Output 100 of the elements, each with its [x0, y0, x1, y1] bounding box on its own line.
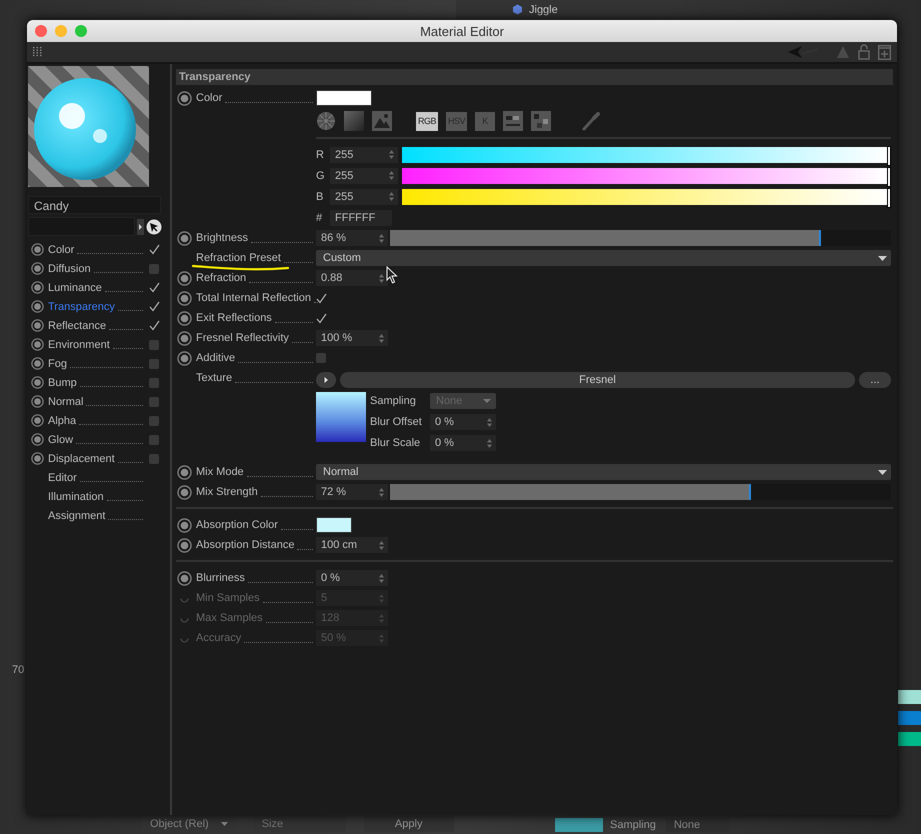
number-field[interactable]: 100 cm [316, 537, 388, 553]
texture-button[interactable]: Fresnel [340, 372, 855, 388]
channel-item[interactable]: Reflectance [45, 320, 106, 332]
color-mixer-icon[interactable] [503, 111, 524, 131]
number-field[interactable]: 72 % [316, 484, 388, 500]
channel-item[interactable]: Environment [45, 338, 110, 350]
checkbox[interactable] [149, 416, 159, 426]
close-button[interactable] [35, 25, 47, 37]
keyframe-radio-icon[interactable] [176, 570, 192, 586]
keyframe-radio-icon[interactable] [176, 518, 192, 532]
keyframe-radio-icon[interactable] [176, 270, 192, 286]
channel-item[interactable]: Editor [45, 472, 77, 484]
channel-item[interactable]: Color [45, 244, 74, 256]
spinner-icon[interactable] [379, 274, 384, 282]
keyframe-radio-icon[interactable] [30, 395, 44, 408]
checkbox[interactable] [149, 454, 159, 464]
slider-marker[interactable] [887, 146, 891, 166]
checkmark-icon[interactable] [148, 301, 160, 312]
number-field[interactable]: 0 % [430, 414, 496, 430]
checkmark-icon[interactable] [316, 292, 327, 304]
number-field[interactable]: 0.88 [316, 270, 388, 286]
keyframe-radio-icon[interactable] [30, 243, 44, 256]
checkmark-icon[interactable] [316, 312, 327, 324]
play-arrow-button[interactable] [316, 372, 336, 388]
color-swatch[interactable] [316, 90, 372, 106]
channel-item[interactable]: Luminance [45, 282, 102, 294]
keyframe-radio-icon[interactable] [176, 290, 192, 306]
hex-field[interactable]: FFFFFF [330, 210, 392, 226]
channel-item[interactable]: Illumination [45, 490, 104, 502]
keyframe-radio-icon[interactable] [176, 538, 192, 552]
keyframe-radio-icon[interactable] [176, 464, 192, 480]
spinner-icon[interactable] [379, 488, 384, 496]
channel-item[interactable]: Diffusion [45, 262, 91, 274]
channel-item[interactable]: Assignment [45, 510, 106, 522]
checkbox[interactable] [149, 378, 159, 388]
spinner-icon[interactable] [487, 438, 492, 448]
channel-item[interactable]: Normal [45, 396, 84, 408]
slider-marker[interactable] [887, 166, 891, 186]
material-name-field[interactable]: Candy [28, 196, 161, 214]
slider-marker[interactable] [887, 188, 891, 208]
number-field[interactable]: 255 [330, 168, 398, 184]
checkbox[interactable] [149, 340, 159, 350]
spinner-icon[interactable] [379, 574, 384, 582]
color-mode-tab[interactable]: RGB [416, 112, 438, 130]
spinner-icon[interactable] [389, 150, 394, 159]
grip-icon[interactable] [33, 47, 43, 57]
spinner-icon[interactable] [389, 192, 394, 201]
new-window-icon[interactable] [878, 44, 891, 60]
channel-item[interactable]: Fog [45, 358, 67, 370]
checkmark-icon[interactable] [148, 244, 160, 255]
keyframe-radio-icon[interactable] [30, 357, 44, 370]
number-field[interactable]: 0 % [316, 570, 388, 586]
dropdown[interactable]: Normal [316, 464, 891, 480]
number-field[interactable]: 255 [330, 188, 398, 204]
number-field[interactable]: 255 [330, 146, 398, 162]
lock-icon[interactable] [858, 44, 870, 60]
keyframe-radio-icon[interactable] [30, 414, 44, 427]
keyframe-radio-icon[interactable] [176, 330, 192, 346]
keyframe-radio-icon[interactable] [30, 338, 44, 351]
color-swatch[interactable] [316, 517, 352, 533]
number-field[interactable]: 100 % [316, 330, 388, 346]
keyframe-radio-icon[interactable] [30, 262, 44, 275]
checkbox[interactable] [149, 264, 159, 274]
spinner-icon[interactable] [379, 540, 384, 550]
more-button[interactable]: ... [859, 372, 891, 388]
keyframe-radio-icon[interactable] [30, 452, 44, 465]
swatch-grid-icon[interactable] [531, 111, 552, 131]
checkmark-icon[interactable] [148, 282, 160, 293]
channel-item[interactable]: Glow [45, 434, 74, 446]
keyframe-radio-icon[interactable] [30, 319, 44, 332]
number-field[interactable]: 0 % [430, 435, 496, 451]
keyframe-radio-icon[interactable] [176, 230, 192, 246]
checkmark-icon[interactable] [148, 320, 160, 331]
checkbox[interactable] [149, 434, 159, 444]
spinner-icon[interactable] [389, 171, 394, 180]
keyframe-radio-icon[interactable] [30, 300, 44, 313]
tree-item-label[interactable]: Jiggle [529, 4, 558, 16]
channel-item[interactable]: Transparency [45, 300, 115, 312]
keyframe-radio-icon[interactable] [30, 433, 44, 446]
keyframe-radio-icon[interactable] [30, 376, 44, 389]
channel-item[interactable]: Alpha [45, 414, 76, 426]
dropdown[interactable]: Custom [316, 250, 891, 266]
keyframe-radio-icon[interactable] [176, 310, 192, 326]
keyframe-radio-icon[interactable] [176, 484, 192, 500]
apply-button[interactable]: Apply [364, 816, 454, 832]
spinner-icon[interactable] [487, 418, 492, 426]
checkbox[interactable] [316, 353, 326, 363]
pick-cursor-icon[interactable] [146, 218, 162, 234]
spinner-icon[interactable] [379, 234, 384, 242]
checkbox[interactable] [149, 396, 159, 406]
checkbox[interactable] [149, 358, 159, 368]
channel-item[interactable]: Bump [45, 376, 77, 388]
channel-item[interactable]: Displacement [45, 452, 115, 464]
keyframe-radio-icon[interactable] [176, 350, 192, 366]
spinner-icon[interactable] [379, 334, 384, 342]
keyframe-radio-icon[interactable] [30, 281, 44, 294]
color-wheel-icon[interactable] [316, 111, 336, 131]
number-field[interactable]: 86 % [316, 230, 388, 246]
keyframe-radio-icon[interactable] [176, 90, 192, 106]
slider-track[interactable] [390, 484, 891, 500]
